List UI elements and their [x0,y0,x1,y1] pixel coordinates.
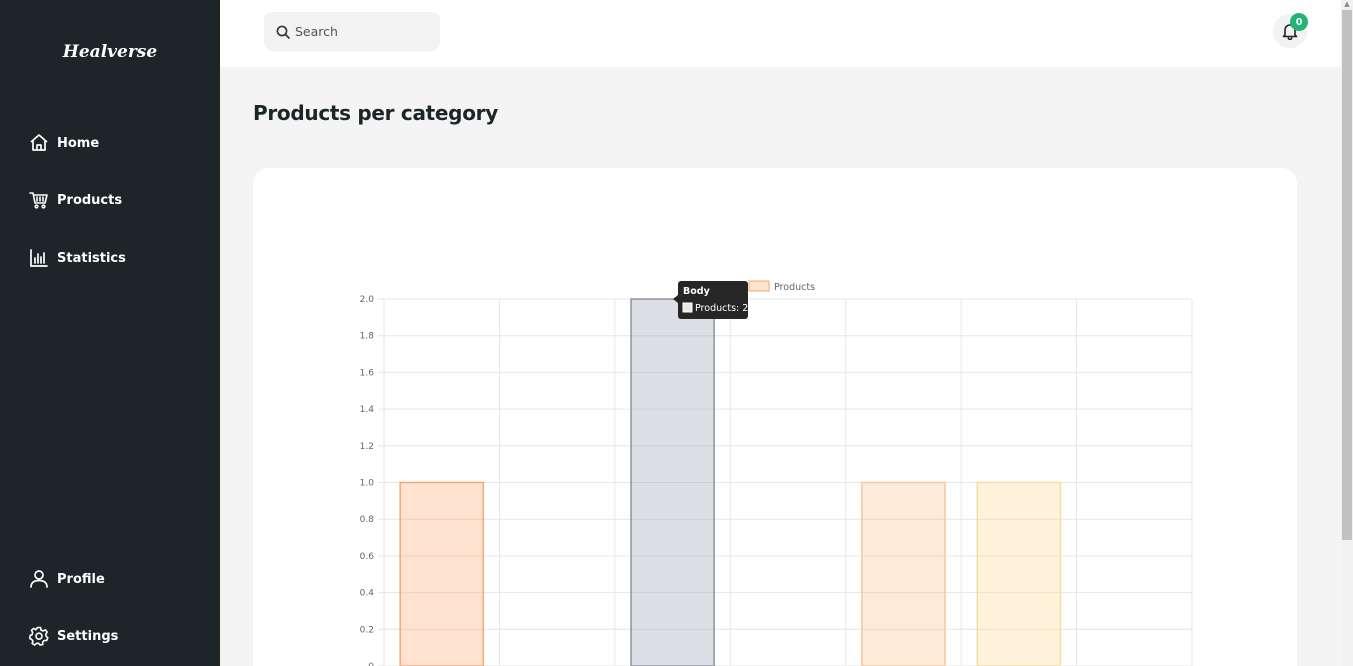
scroll-up-arrow-icon[interactable]: ▲ [1343,0,1351,8]
tooltip-title: Body [683,286,711,297]
sidebar: Healverse Home Products Statistics Profi… [0,0,220,666]
y-tick-label: 0 [368,662,374,666]
sidebar-item-statistics[interactable]: Statistics [28,246,126,270]
cart-icon [28,189,50,211]
app-logo[interactable]: Healverse [0,42,220,62]
y-tick-label: 1.8 [360,332,375,342]
y-tick-label: 0.8 [360,515,375,525]
sidebar-item-label: Products [57,192,123,208]
search-box[interactable] [264,12,440,51]
chart-bar[interactable] [399,481,485,666]
sidebar-item-label: Settings [57,628,119,644]
search-icon [276,25,290,39]
sidebar-item-label: Home [57,135,100,151]
chart-bar[interactable] [861,481,946,666]
y-tick-label: 1.4 [360,405,375,415]
sidebar-item-profile[interactable]: Profile [28,567,105,591]
sidebar-item-products[interactable]: Products [28,188,122,212]
y-tick-label: 0.2 [360,625,374,635]
chart-card: 0 0.2 0.4 0.6 0.8 1.0 1.2 1.4 1.6 1.8 2.0 Products… [253,168,1297,666]
chart-bar[interactable] [630,298,715,666]
legend-label: Products [774,282,815,293]
sidebar-item-label: Statistics [57,250,126,266]
y-tick-label: 1.2 [360,442,374,452]
sidebar-item-label: Profile [57,571,105,587]
top-header: 0 [220,0,1341,67]
page-title: Products per category [253,101,498,125]
notification-badge: 0 [1290,13,1308,31]
sidebar-item-home[interactable]: Home [28,131,99,155]
y-tick-label: 1.0 [360,479,375,489]
chart-legend[interactable]: Products [748,280,815,293]
search-input[interactable] [295,24,425,39]
bar-chart-icon [28,247,50,269]
chart-tooltip: Body Products: 2 [673,281,748,319]
y-tick-label: 0.6 [360,552,375,562]
user-icon [28,568,50,590]
bar-chart: 0 0.2 0.4 0.6 0.8 1.0 1.2 1.4 1.6 1.8 2.0 Products… [360,280,1193,666]
legend-swatch [748,280,770,292]
tooltip-body: Products: 2 [695,303,748,314]
page-scrollbar-thumb[interactable] [1342,10,1352,540]
y-tick-label: 0.4 [360,589,375,599]
tooltip-swatch [682,302,693,313]
gear-icon [28,625,50,647]
sidebar-item-settings[interactable]: Settings [28,624,118,648]
y-tick-label: 1.6 [360,368,375,378]
home-icon [28,132,50,154]
chart-bar[interactable] [976,481,1062,666]
y-tick-label: 2.0 [360,295,375,305]
